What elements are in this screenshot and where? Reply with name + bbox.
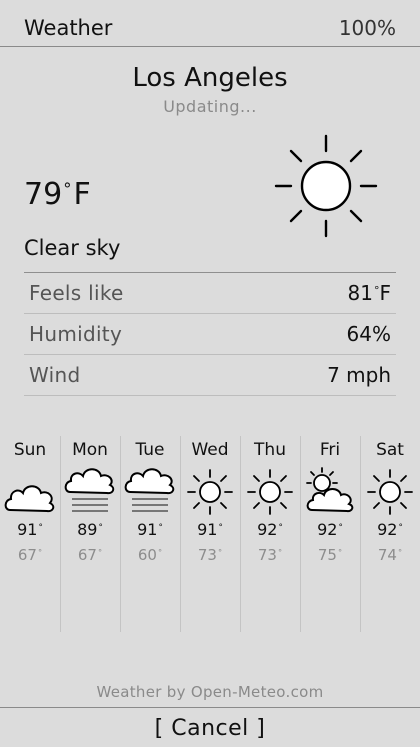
high-temp: 91°: [197, 520, 223, 539]
app-title: Weather: [24, 16, 113, 40]
detail-value: 81°F: [347, 281, 391, 305]
current-temperature: 79°F: [24, 176, 91, 218]
sun-icon: [367, 469, 413, 515]
high-temp: 91°: [17, 520, 43, 539]
temperature-value: 79: [24, 177, 63, 212]
low-temp: 60°: [137, 546, 163, 564]
day-name: Sun: [13, 440, 47, 460]
sun-icon: [187, 469, 233, 515]
forecast-day: Mon 89° 67°: [60, 436, 121, 632]
sun-icon: [274, 134, 378, 238]
detail-label: Feels like: [29, 281, 124, 305]
detail-row-wind: Wind 7 mph: [24, 355, 396, 396]
fog-icon: [124, 468, 175, 512]
forecast-day: Sun 91° 67°: [0, 436, 61, 632]
cancel-button[interactable]: [ Cancel ]: [0, 716, 420, 741]
sun-icon: [247, 469, 293, 515]
forecast-day: Sat 92° 74°: [360, 436, 420, 632]
update-status: Updating...: [163, 97, 257, 116]
detail-value: 64%: [346, 322, 391, 346]
day-name: Sat: [376, 440, 404, 460]
details-table: Feels like 81°F Humidity 64% Wind 7 mph: [24, 272, 396, 396]
degree-symbol: °: [63, 179, 72, 199]
battery-level: 100%: [338, 16, 396, 40]
low-temp: 73°: [257, 546, 283, 564]
forecast-day: Fri 92° 75°: [300, 436, 361, 632]
detail-label: Humidity: [29, 322, 123, 346]
cloud-icon: [4, 485, 55, 513]
attribution-text: Weather by Open-Meteo.com: [96, 683, 324, 701]
low-temp: 75°: [317, 546, 343, 564]
bottom-bar: [ Cancel ]: [0, 707, 420, 747]
detail-value: 7 mph: [327, 363, 391, 387]
low-temp: 73°: [197, 546, 223, 564]
detail-label: Wind: [29, 363, 81, 387]
high-temp: 91°: [137, 520, 163, 539]
fog-icon: [64, 468, 115, 512]
high-temp: 92°: [317, 520, 343, 539]
day-name: Fri: [319, 440, 341, 460]
detail-row-humidity: Humidity 64%: [24, 314, 396, 355]
day-name: Tue: [135, 440, 165, 460]
partly-cloudy-icon: [306, 467, 354, 513]
forecast-day: Wed 91° 73°: [180, 436, 241, 632]
day-name: Wed: [191, 440, 229, 460]
low-temp: 67°: [17, 546, 43, 564]
day-name: Mon: [72, 440, 108, 460]
forecast-day: Tue 91° 60°: [120, 436, 181, 632]
high-temp: 89°: [77, 520, 103, 539]
high-temp: 92°: [257, 520, 283, 539]
city-name: Los Angeles: [132, 63, 288, 93]
condition-text: Clear sky: [24, 236, 121, 260]
status-bar: Weather 100%: [0, 0, 420, 47]
temperature-unit: F: [73, 177, 91, 212]
high-temp: 92°: [377, 520, 403, 539]
forecast-strip: Sun 91° 67° Mon 89° 67° Tue 91° 60° Wed …: [0, 436, 420, 632]
day-name: Thu: [254, 440, 286, 460]
low-temp: 67°: [77, 546, 103, 564]
forecast-day: Thu 92° 73°: [240, 436, 301, 632]
low-temp: 74°: [377, 546, 403, 564]
detail-row-feels-like: Feels like 81°F: [24, 273, 396, 314]
